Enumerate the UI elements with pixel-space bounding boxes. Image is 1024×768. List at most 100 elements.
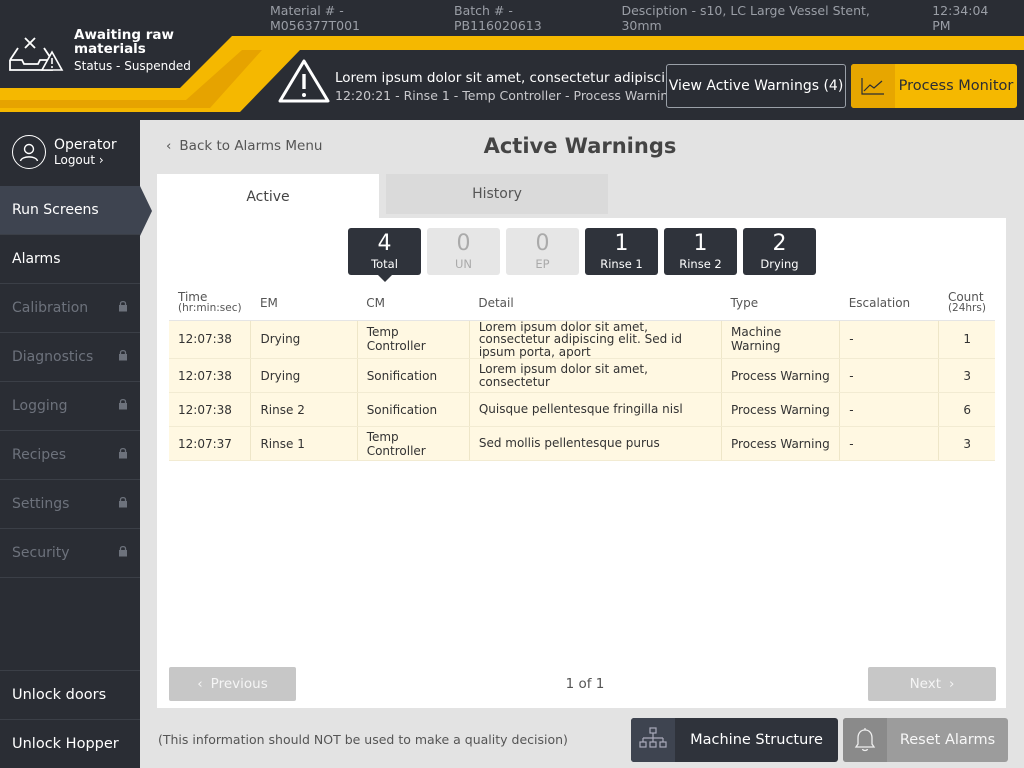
hierarchy-icon	[631, 718, 675, 762]
back-to-alarms-link[interactable]: ‹ Back to Alarms Menu	[166, 138, 322, 154]
filter-label: EP	[535, 256, 550, 271]
cell-detail: Lorem ipsum dolor sit amet, consectetur	[469, 358, 723, 393]
cell-detail: Lorem ipsum dolor sit amet, consectetur …	[469, 320, 723, 359]
status-title: Awaiting raw materials	[74, 27, 174, 57]
sidebar-actions: Unlock doors Unlock Hopper	[0, 670, 140, 768]
filter-label: UN	[454, 256, 473, 271]
cell-count: 6	[938, 392, 995, 427]
cell-cm: Sonification	[357, 358, 470, 393]
filter-count: 0	[456, 230, 471, 256]
lock-icon	[118, 300, 128, 316]
cell-type: Process Warning	[721, 358, 841, 393]
previous-label: Previous	[210, 676, 268, 692]
filter-label: Rinse 1	[600, 256, 643, 271]
tab-history[interactable]: History	[386, 174, 608, 214]
table-row[interactable]: 12:07:38 Rinse 2 Sonification Quisque pelle…	[169, 392, 995, 427]
filter-chip-rinse-2[interactable]: 1 Rinse 2	[664, 228, 737, 275]
lock-icon	[118, 349, 128, 365]
column-header-escalation: Escalation	[839, 286, 939, 321]
chevron-right-icon: ›	[949, 676, 955, 692]
machine-structure-label: Machine Structure	[690, 732, 823, 748]
batch-info-bar: Material # - M056377T001 Batch # - PB116…	[270, 0, 1024, 36]
lock-icon	[118, 447, 128, 463]
table-header-row: Time (hr:min:sec) EM CM Detail Type Escal…	[169, 286, 995, 321]
lock-icon	[118, 545, 128, 561]
user-avatar-icon	[12, 135, 46, 169]
column-header-count: Count (24hrs)	[938, 286, 995, 321]
batch-number: Batch # - PB116020613	[454, 3, 542, 33]
sidebar-item-logging: Logging	[0, 382, 140, 431]
column-header-type: Type	[721, 286, 840, 321]
filter-chip-drying[interactable]: 2 Drying	[743, 228, 816, 275]
table-row[interactable]: 12:07:38 Drying Temp Controller Lorem ipsum…	[169, 320, 995, 359]
filter-chips: 4 Total 0 UN 0 EP 1 Rinse 1 1 Rinse 2 2 Drying	[348, 228, 816, 275]
unlock-doors-button[interactable]: Unlock doors	[0, 670, 140, 719]
column-header-em: EM	[250, 286, 358, 321]
chevron-left-icon: ‹	[197, 676, 203, 692]
machine-structure-button[interactable]: Machine Structure	[631, 718, 838, 762]
filter-chip-rinse-1[interactable]: 1 Rinse 1	[585, 228, 658, 275]
sidebar-item-label: Logging	[12, 398, 68, 414]
cell-type: Machine Warning	[721, 320, 841, 359]
cell-escalation: -	[839, 426, 940, 461]
filter-count: 1	[614, 230, 629, 256]
sidebar-item-label: Security	[12, 545, 70, 561]
warning-triangle-icon	[278, 59, 330, 103]
filter-chip-ep[interactable]: 0 EP	[506, 228, 579, 275]
unlock-hopper-button[interactable]: Unlock Hopper	[0, 719, 140, 768]
cell-detail: Quisque pellentesque fringilla nisl	[469, 392, 723, 427]
filter-chip-total[interactable]: 4 Total	[348, 228, 421, 275]
sidebar-item-run-screens[interactable]: Run Screens	[0, 186, 152, 236]
process-monitor-label: Process Monitor	[898, 78, 1014, 94]
tray-warning-icon	[9, 37, 64, 71]
machine-status: Awaiting raw materials Status - Suspende…	[8, 26, 208, 86]
reset-alarms-button[interactable]: Reset Alarms	[843, 718, 1008, 762]
filter-count: 4	[377, 230, 392, 256]
lock-icon	[118, 496, 128, 512]
chevron-left-icon: ‹	[166, 138, 172, 154]
next-label: Next	[909, 676, 942, 692]
operator-panel[interactable]: Operator Logout ›	[0, 120, 140, 184]
next-page-button[interactable]: Next ›	[868, 667, 996, 701]
sidebar-item-calibration: Calibration	[0, 284, 140, 333]
filter-count: 2	[772, 230, 787, 256]
table-row[interactable]: 12:07:37 Rinse 1 Temp Controller Sed mollis…	[169, 426, 995, 461]
cell-count: 3	[938, 426, 995, 461]
app-header: Material # - M056377T001 Batch # - PB116…	[0, 0, 1024, 120]
sidebar-item-label: Run Screens	[12, 202, 99, 218]
page-title: Active Warnings	[483, 134, 677, 158]
process-monitor-button[interactable]: Process Monitor	[851, 64, 1017, 108]
cell-time: 12:07:37	[169, 426, 252, 461]
logout-link[interactable]: Logout ›	[54, 153, 117, 167]
filter-chip-un[interactable]: 0 UN	[427, 228, 500, 275]
latest-warning-details: 12:20:21 - Rinse 1 - Temp Controller - P…	[335, 88, 677, 103]
filter-label: Rinse 2	[679, 256, 722, 271]
previous-page-button[interactable]: ‹ Previous	[169, 667, 296, 701]
tab-active[interactable]: Active	[157, 174, 379, 220]
logout-label: Logout	[54, 153, 96, 167]
sidebar-nav: Run Screens Alarms Calibration Diagnostics L…	[0, 186, 152, 578]
chevron-right-icon: ›	[98, 153, 104, 167]
cell-type: Process Warning	[721, 426, 841, 461]
sidebar-item-label: Recipes	[12, 447, 67, 463]
cell-count: 3	[938, 358, 995, 393]
cell-time: 12:07:38	[169, 320, 252, 359]
reset-alarms-label: Reset Alarms	[899, 732, 996, 748]
sidebar-item-settings: Settings	[0, 480, 140, 529]
view-active-warnings-button[interactable]: View Active Warnings (4)	[666, 64, 846, 108]
cell-detail: Sed mollis pellentesque purus	[469, 426, 723, 461]
sidebar-item-label: Diagnostics	[12, 349, 94, 365]
filter-count: 1	[693, 230, 708, 256]
trend-chart-icon	[851, 64, 895, 108]
sidebar-item-diagnostics: Diagnostics	[0, 333, 140, 382]
warnings-panel: 4 Total 0 UN 0 EP 1 Rinse 1 1 Rinse 2 2 Drying Time…	[157, 218, 1006, 708]
sidebar-item-alarms[interactable]: Alarms	[0, 235, 140, 284]
sidebar: Operator Logout › Run Screens Alarms Calib…	[0, 120, 152, 768]
table-row[interactable]: 12:07:38 Drying Sonification Lorem ipsum do…	[169, 358, 995, 393]
cell-escalation: -	[839, 320, 940, 359]
cell-type: Process Warning	[721, 392, 841, 427]
cell-em: Rinse 1	[250, 426, 358, 461]
back-label: Back to Alarms Menu	[179, 138, 323, 154]
clock: 12:34:04 PM	[932, 3, 989, 33]
material-number: Material # - M056377T001	[270, 3, 360, 33]
